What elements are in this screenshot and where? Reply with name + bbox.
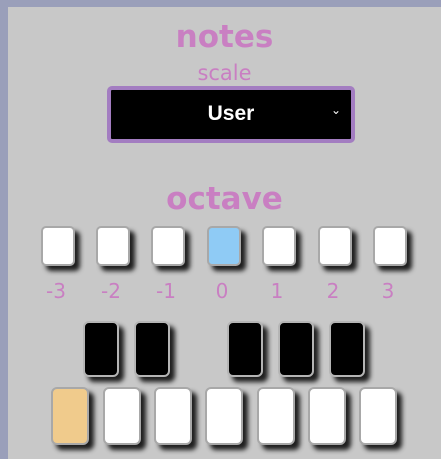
white-key-6[interactable] bbox=[308, 387, 346, 445]
octave-button-2[interactable] bbox=[318, 226, 352, 266]
white-key-3[interactable] bbox=[154, 387, 192, 445]
notes-title: notes bbox=[175, 19, 274, 55]
octave-label-minus-1: -1 bbox=[156, 279, 176, 303]
octave-button-3[interactable] bbox=[373, 226, 407, 266]
octave-button-1[interactable] bbox=[262, 226, 296, 266]
octave-button-minus-2[interactable] bbox=[96, 226, 130, 266]
black-key-4[interactable] bbox=[278, 321, 314, 377]
octave-button-minus-1[interactable] bbox=[151, 226, 185, 266]
notes-panel: notes scale User ⌄ octave -3 -2 -1 0 1 2… bbox=[8, 7, 441, 459]
white-key-5[interactable] bbox=[257, 387, 295, 445]
black-key-1[interactable] bbox=[83, 321, 119, 377]
black-key-5[interactable] bbox=[329, 321, 365, 377]
white-key-4[interactable] bbox=[205, 387, 243, 445]
octave-label-minus-2: -2 bbox=[101, 279, 121, 303]
octave-label-2: 2 bbox=[326, 279, 340, 303]
octave-label-3: 3 bbox=[381, 279, 395, 303]
chevron-down-icon: ⌄ bbox=[330, 103, 341, 117]
white-key-7[interactable] bbox=[359, 387, 397, 445]
octave-label-1: 1 bbox=[270, 279, 284, 303]
octave-button-0[interactable] bbox=[207, 226, 241, 266]
white-key-2[interactable] bbox=[103, 387, 141, 445]
octave-button-minus-3[interactable] bbox=[41, 226, 75, 266]
black-key-3[interactable] bbox=[227, 321, 263, 377]
scale-label: scale bbox=[197, 61, 252, 85]
scale-select-value: User bbox=[207, 102, 255, 125]
octave-title: octave bbox=[166, 181, 283, 217]
octave-label-minus-3: -3 bbox=[46, 279, 66, 303]
black-key-2[interactable] bbox=[134, 321, 170, 377]
scale-select[interactable]: User ⌄ bbox=[107, 86, 355, 143]
white-key-1[interactable] bbox=[51, 387, 89, 445]
octave-label-0: 0 bbox=[215, 279, 229, 303]
